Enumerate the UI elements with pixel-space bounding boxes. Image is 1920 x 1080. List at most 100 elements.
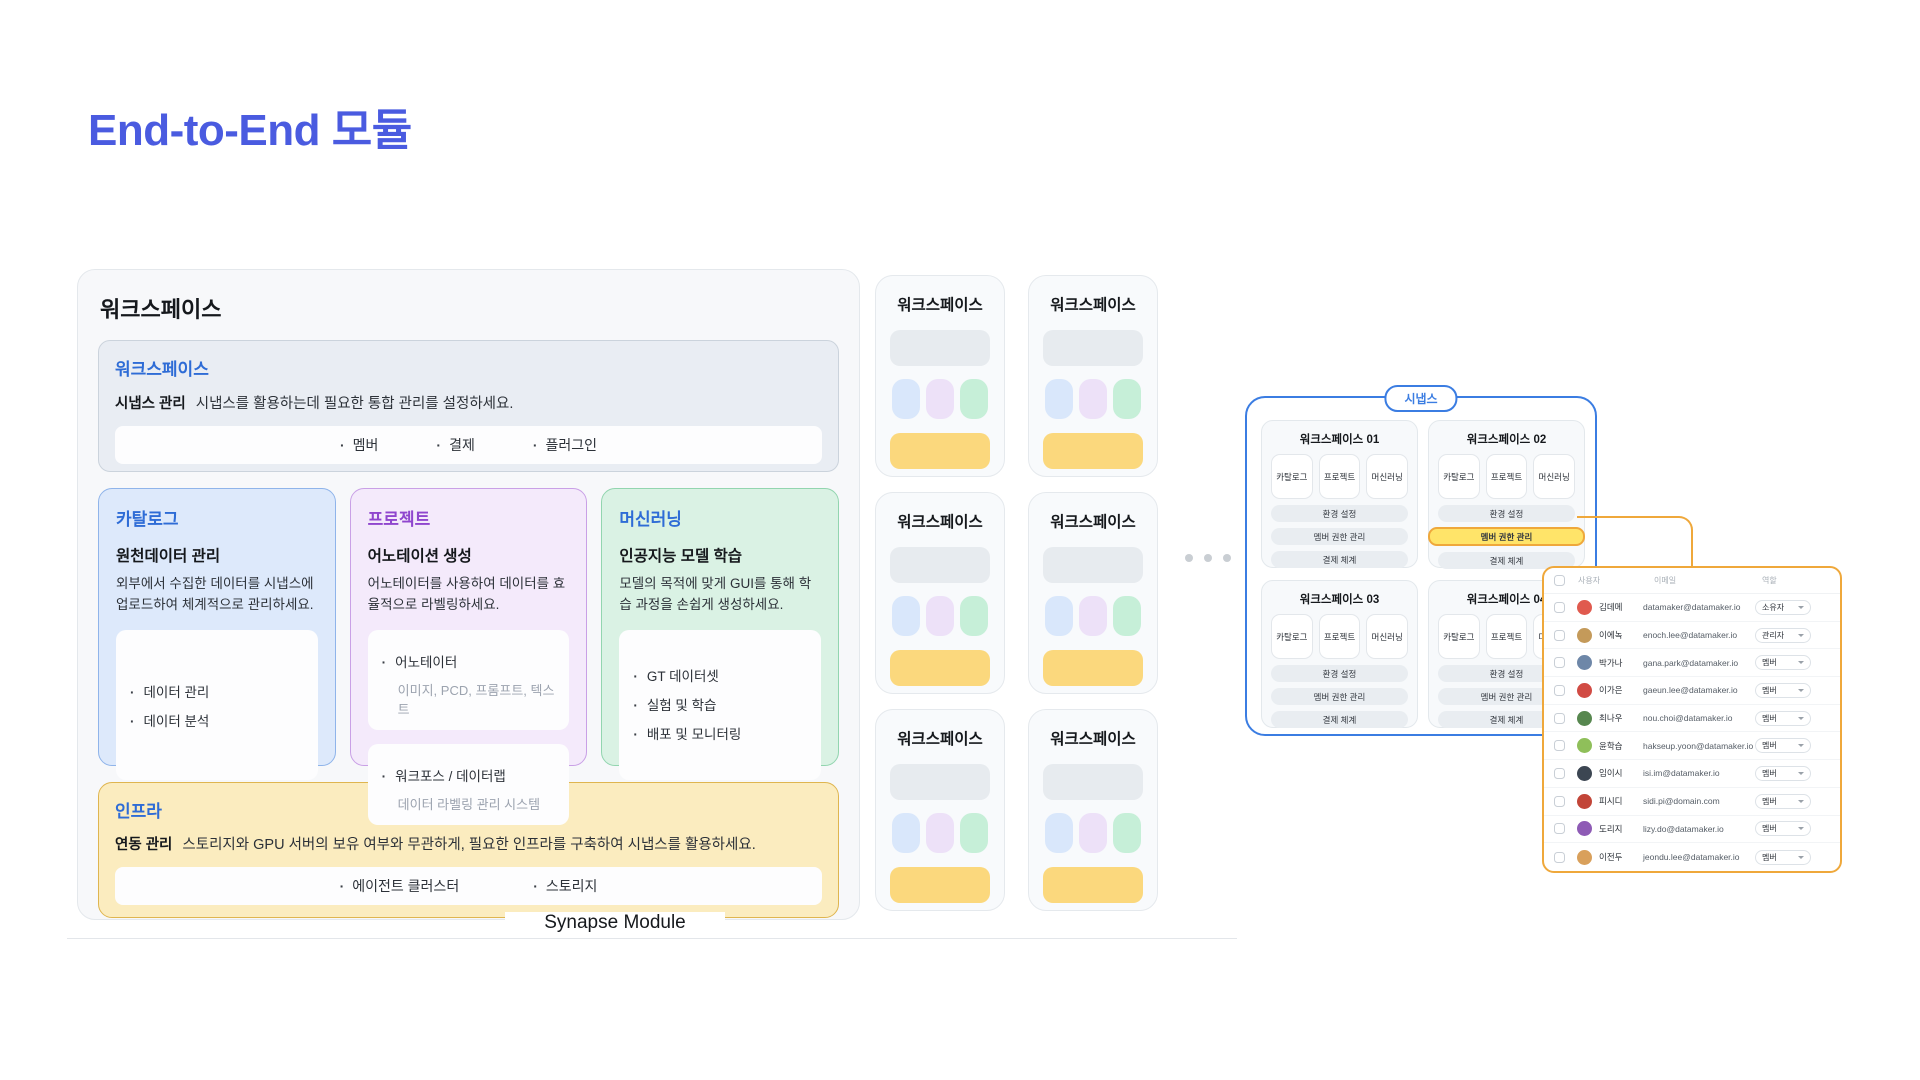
project-item-sub: 이미지, PCD, 프롬프트, 텍스트 — [398, 680, 556, 718]
project-pill — [1079, 379, 1107, 419]
member-email: datamaker@datamaker.io — [1643, 602, 1755, 612]
chevron-down-icon — [1798, 661, 1804, 664]
chevron-down-icon — [1798, 717, 1804, 720]
workspace-items-row: 멤버 결제 플러그인 — [115, 426, 822, 464]
workspace-item: 플러그인 — [533, 435, 597, 455]
member-row: 이가은 gaeun.lee@datamaker.io 멤버 — [1544, 677, 1840, 705]
env-settings-pill[interactable]: 환경 설정 — [1271, 505, 1408, 522]
mini-card-title: 워크스페이스 — [890, 293, 990, 315]
section-ml: 머신러닝 인공지능 모델 학습 모델의 목적에 맞게 GUI를 통해 학습 과정… — [601, 488, 839, 766]
catalog-pill — [892, 596, 920, 636]
catalog-pill — [1045, 813, 1073, 853]
section-catalog: 카탈로그 원천데이터 관리 외부에서 수집한 데이터를 시냅스에 업로드하여 체… — [98, 488, 336, 766]
slide-canvas: End-to-End 모듈 워크스페이스 워크스페이스 시냅스 관리시냅스를 활… — [0, 0, 1920, 1080]
member-row: 피시디 sidi.pi@domain.com 멤버 — [1544, 788, 1840, 816]
role-dropdown[interactable]: 멤버 — [1755, 766, 1811, 781]
workspace-card-02: 워크스페이스 02 카탈로그 프로젝트 머신러닝 환경 설정 멤버 권한 관리 … — [1428, 420, 1585, 568]
module-columns: 카탈로그 원천데이터 관리 외부에서 수집한 데이터를 시냅스에 업로드하여 체… — [98, 488, 839, 766]
catalog-heading: 원천데이터 관리 — [116, 544, 318, 566]
row-checkbox[interactable] — [1554, 768, 1565, 779]
member-email: hakseup.yoon@datamaker.io — [1643, 741, 1755, 751]
project-item-sub: 데이터 라벨링 관리 시스템 — [398, 794, 556, 813]
module-chips: 카탈로그 프로젝트 머신러닝 — [1271, 614, 1408, 659]
select-all-checkbox[interactable] — [1554, 575, 1565, 586]
member-email: sidi.pi@domain.com — [1643, 796, 1755, 806]
role-dropdown[interactable]: 멤버 — [1755, 738, 1811, 753]
section-infra-lead: 연동 관리스토리지와 GPU 서버의 보유 여부와 무관하게, 필요한 인프라를… — [115, 833, 822, 854]
role-dropdown[interactable]: 멤버 — [1755, 794, 1811, 809]
env-settings-pill[interactable]: 환경 설정 — [1438, 505, 1575, 522]
mini-workspace-card: 워크스페이스 — [875, 492, 1005, 694]
catalog-chip: 카탈로그 — [1438, 614, 1480, 659]
project-pill — [926, 379, 954, 419]
role-dropdown[interactable]: 관리자 — [1755, 628, 1811, 643]
ml-item: GT 데이터셋 — [633, 665, 807, 685]
member-row: 윤학습 hakseup.yoon@datamaker.io 멤버 — [1544, 732, 1840, 760]
members-table: 사용자 이메일 역할 김데메 datamaker@datamaker.io 소유… — [1542, 566, 1842, 873]
chevron-down-icon — [1798, 827, 1804, 830]
member-row: 도리지 lizy.do@datamaker.io 멤버 — [1544, 816, 1840, 844]
member-row: 이전두 jeondu.lee@datamaker.io 멤버 — [1544, 843, 1840, 871]
project-pill — [1079, 813, 1107, 853]
role-dropdown[interactable]: 멤버 — [1755, 821, 1811, 836]
synapse-badge: 시냅스 — [1384, 385, 1457, 412]
mini-pills — [890, 379, 990, 419]
row-checkbox[interactable] — [1554, 796, 1565, 807]
billing-pill[interactable]: 결제 체계 — [1271, 551, 1408, 568]
member-email: enoch.lee@datamaker.io — [1643, 630, 1755, 640]
row-checkbox[interactable] — [1554, 852, 1565, 863]
section-project: 프로젝트 어노테이션 생성 어노테이터를 사용하여 데이터를 효율적으로 라벨링… — [350, 488, 588, 766]
project-heading: 어노테이션 생성 — [368, 544, 570, 566]
column-role: 역할 — [1762, 575, 1832, 586]
row-checkbox[interactable] — [1554, 685, 1565, 696]
member-permission-pill[interactable]: 멤버 권한 관리 — [1271, 528, 1408, 545]
row-checkbox[interactable] — [1554, 657, 1565, 668]
member-row: 임이시 isi.im@datamaker.io 멤버 — [1544, 760, 1840, 788]
project-chip: 프로젝트 — [1319, 454, 1361, 499]
row-checkbox[interactable] — [1554, 602, 1565, 613]
member-email: lizy.do@datamaker.io — [1643, 824, 1755, 834]
synapse-card-grid: 워크스페이스 01 카탈로그 프로젝트 머신러닝 환경 설정 멤버 권한 관리 … — [1261, 420, 1581, 728]
lead-text: 스토리지와 GPU 서버의 보유 여부와 무관하게, 필요한 인프라를 구축하여… — [182, 837, 755, 853]
env-settings-pill[interactable]: 환경 설정 — [1271, 665, 1408, 682]
project-pill — [926, 596, 954, 636]
mini-gray-bar — [890, 547, 990, 583]
avatar — [1577, 821, 1592, 836]
role-dropdown[interactable]: 소유자 — [1755, 600, 1811, 615]
project-item-box: 어노테이터 이미지, PCD, 프롬프트, 텍스트 — [368, 630, 570, 730]
role-dropdown[interactable]: 멤버 — [1755, 655, 1811, 670]
member-name: 최나우 — [1599, 712, 1643, 724]
mini-pills — [1043, 596, 1143, 636]
row-checkbox[interactable] — [1554, 713, 1565, 724]
section-workspace-lead: 시냅스 관리시냅스를 활용하는데 필요한 통합 관리를 설정하세요. — [115, 392, 822, 413]
infra-yellow-bar — [1043, 650, 1143, 686]
role-dropdown[interactable]: 멤버 — [1755, 711, 1811, 726]
mini-gray-bar — [890, 330, 990, 366]
member-row: 김데메 datamaker@datamaker.io 소유자 — [1544, 594, 1840, 622]
member-row: 최나우 nou.choi@datamaker.io 멤버 — [1544, 705, 1840, 733]
avatar — [1577, 711, 1592, 726]
mini-card-title: 워크스페이스 — [1043, 510, 1143, 532]
member-permission-pill[interactable]: 멤버 권한 관리 — [1271, 688, 1408, 705]
row-checkbox[interactable] — [1554, 630, 1565, 641]
infra-yellow-bar — [890, 650, 990, 686]
member-row: 박가나 gana.park@datamaker.io 멤버 — [1544, 649, 1840, 677]
role-dropdown[interactable]: 멤버 — [1755, 683, 1811, 698]
role-dropdown[interactable]: 멤버 — [1755, 850, 1811, 865]
workspace-card-title: 워크스페이스 02 — [1438, 431, 1575, 447]
row-checkbox[interactable] — [1554, 823, 1565, 834]
mini-card-title: 워크스페이스 — [890, 510, 990, 532]
row-checkbox[interactable] — [1554, 740, 1565, 751]
project-description: 어노테이터를 사용하여 데이터를 효율적으로 라벨링하세요. — [368, 574, 570, 616]
infra-yellow-bar — [1043, 433, 1143, 469]
mini-pills — [1043, 379, 1143, 419]
infra-item: 에이전트 클러스터 — [340, 876, 460, 896]
ml-item: 배포 및 모니터링 — [633, 723, 807, 743]
infra-yellow-bar — [890, 433, 990, 469]
mini-gray-bar — [1043, 764, 1143, 800]
member-permission-pill-highlighted[interactable]: 멤버 권한 관리 — [1428, 527, 1585, 546]
column-user: 사용자 — [1578, 575, 1654, 586]
catalog-chip: 카탈로그 — [1271, 614, 1313, 659]
billing-pill[interactable]: 결제 체계 — [1271, 711, 1408, 728]
avatar — [1577, 850, 1592, 865]
